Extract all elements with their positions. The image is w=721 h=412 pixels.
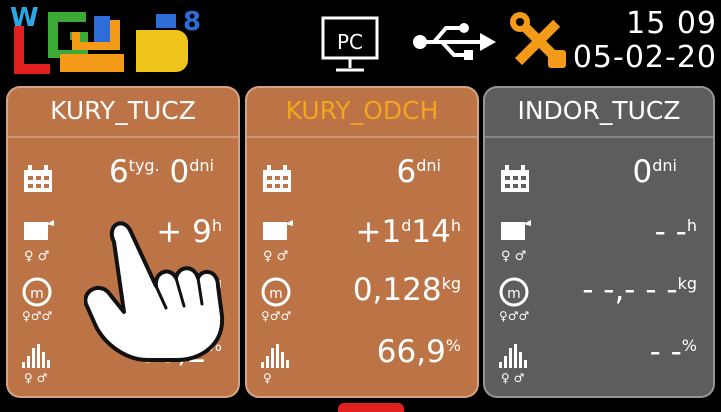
svg-text:m: m [507, 286, 521, 302]
calendar-gender-icon: ♀ ♂ [24, 220, 54, 264]
app-logo: W 8 [10, 3, 201, 74]
weight-gender-icon: m ♀♂♂ [261, 277, 291, 323]
uniformity-icon: ♀ ♂ [499, 344, 527, 385]
pc-label: PC [337, 30, 363, 54]
card-title: KURY_ODCH [285, 96, 439, 125]
weight-value: 0,128kg [352, 272, 461, 308]
age-value: 0dni [632, 154, 677, 190]
status-bar: W 8 PC 15 09 05-02-20 [0, 0, 721, 80]
uniformity-value: 66,9% [376, 334, 461, 370]
hand-pointer-icon [84, 221, 225, 362]
house-card-indor-tucz[interactable]: INDOR_TUCZ 0dni ♀ ♂ - -h m ♀♂♂ - -,- - -k… [483, 86, 715, 398]
usb-icon [413, 23, 496, 60]
weight-gender-icon: m ♀♂♂ [22, 277, 52, 323]
house-card-kury-odch[interactable]: KURY_ODCH 6dni ♀ ♂ +1d14h m ♀♂♂ 0,128kg ♀… [245, 86, 479, 398]
tools-icon [510, 12, 566, 68]
age-row: 0dni [485, 150, 713, 210]
weight-gender-icon: m ♀♂♂ [499, 277, 529, 323]
card-divider [247, 136, 477, 138]
time-offset-value: +1d14h [355, 214, 461, 250]
card-divider [485, 136, 713, 138]
uniformity-icon: ♀ ♂ [22, 344, 50, 385]
calendar-icon [263, 165, 291, 192]
weight-row: m ♀♂♂ 0,128kg [247, 268, 477, 328]
svg-text:m: m [30, 286, 44, 302]
uniformity-row: ♀ 66,9% [247, 330, 477, 390]
weight-value: - -,- - -kg [582, 272, 697, 308]
time-offset-row: ♀ ♂ - -h [485, 210, 713, 270]
svg-text:♀ ♂: ♀ ♂ [501, 371, 524, 385]
uniformity-row: ♀ ♂ - -% [485, 330, 713, 390]
weight-row: m ♀♂♂ - -,- - -kg [485, 268, 713, 328]
svg-text:♀: ♀ [263, 371, 272, 385]
time-offset-value: - -h [654, 214, 697, 250]
svg-text:♀ ♂: ♀ ♂ [24, 249, 49, 264]
pc-icon: PC [321, 16, 379, 72]
svg-text:♀ ♂: ♀ ♂ [24, 371, 47, 385]
svg-text:m: m [269, 286, 283, 302]
clock-date: 05-02-20 [572, 40, 717, 75]
time-offset-row: ♀ ♂ +1d14h [247, 210, 477, 270]
uniformity-icon: ♀ [261, 344, 289, 385]
card-divider [8, 136, 238, 138]
age-value: 6dni [396, 154, 441, 190]
svg-text:♀ ♂: ♀ ♂ [501, 249, 526, 264]
clock-time: 15 09 [626, 6, 717, 41]
svg-text:♀♂♂: ♀♂♂ [261, 309, 291, 323]
calendar-gender-icon: ♀ ♂ [263, 220, 293, 264]
uniformity-value: - -% [649, 334, 697, 370]
svg-text:W: W [10, 3, 39, 33]
age-value: 6tyg. 0dni [108, 154, 214, 190]
age-row: 6dni [247, 150, 477, 210]
svg-text:♀♂♂: ♀♂♂ [499, 309, 529, 323]
svg-text:♀♂♂: ♀♂♂ [22, 309, 52, 323]
card-title: KURY_TUCZ [50, 96, 196, 125]
age-row: 6tyg. 0dni [8, 150, 238, 210]
calendar-icon [501, 165, 529, 192]
card-title: INDOR_TUCZ [517, 96, 681, 125]
calendar-icon [24, 165, 52, 192]
svg-text:♀ ♂: ♀ ♂ [263, 249, 288, 264]
page-indicator[interactable] [338, 403, 404, 412]
svg-text:8: 8 [183, 7, 201, 37]
calendar-gender-icon: ♀ ♂ [501, 220, 531, 264]
